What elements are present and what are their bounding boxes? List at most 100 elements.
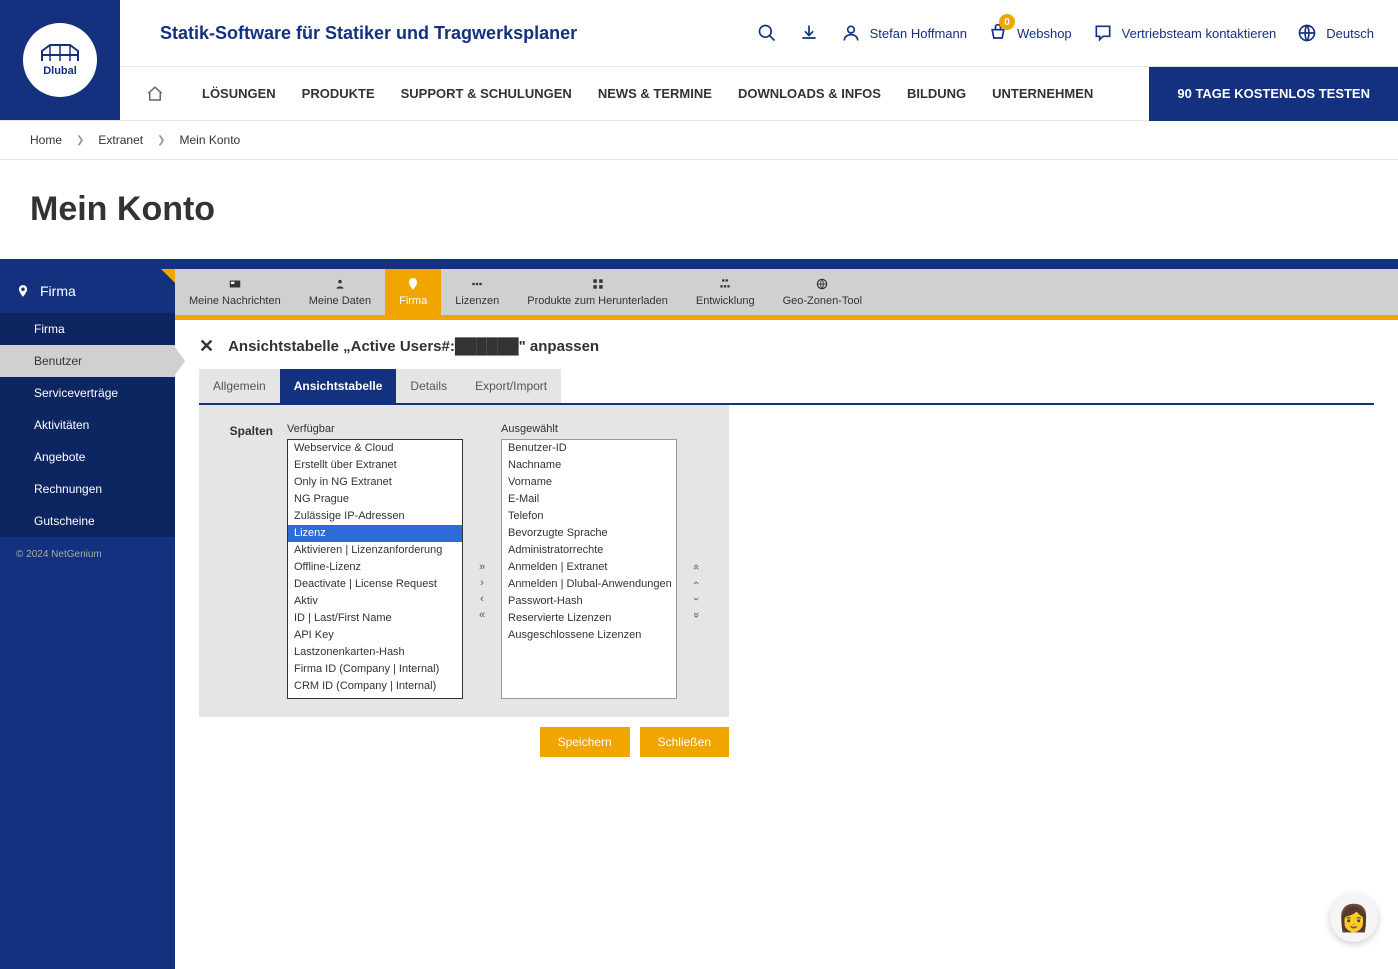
nav-item[interactable]: NEWS & TERMINE (586, 68, 724, 119)
bridge-icon (40, 43, 80, 63)
list-item[interactable]: Reservierte Lizenzen (502, 610, 676, 627)
chat-bubble[interactable]: 👩 (1330, 894, 1378, 942)
sidebar-header[interactable]: Firma (0, 269, 175, 313)
breadcrumb-item[interactable]: Extranet (98, 133, 143, 147)
user-menu[interactable]: Stefan Hoffmann (840, 22, 967, 44)
columns-config: Spalten Verfügbar Webservice & CloudErst… (199, 405, 729, 717)
tab-label: Firma (399, 295, 427, 307)
cta-trial-button[interactable]: 90 TAGE KOSTENLOS TESTEN (1149, 67, 1398, 121)
breadcrumb-item[interactable]: Mein Konto (180, 133, 241, 147)
close-button[interactable]: Schließen (640, 727, 729, 757)
list-item[interactable]: Webservice & Cloud (288, 440, 462, 457)
language-switch[interactable]: Deutsch (1296, 22, 1374, 44)
inner-tab[interactable]: Details (396, 369, 461, 403)
tab-icon (469, 277, 485, 294)
section-tab[interactable]: Entwicklung (682, 269, 769, 315)
chevron-right-icon: ❯ (157, 135, 165, 146)
list-item[interactable]: Passwort-Hash (502, 593, 676, 610)
move-bottom-button[interactable]: » (689, 606, 703, 624)
list-item[interactable]: Firma ID (Company | Internal) (288, 661, 462, 678)
nav-item[interactable]: DOWNLOADS & INFOS (726, 68, 893, 119)
save-button[interactable]: Speichern (540, 727, 630, 757)
list-item[interactable]: Anmelden | Extranet (502, 559, 676, 576)
sidebar: Firma FirmaBenutzerServiceverträgeAktivi… (0, 269, 175, 969)
list-item[interactable]: Anmelden | Dlubal-Anwendungen (502, 576, 676, 593)
move-all-left-button[interactable]: « (473, 608, 491, 622)
section-tab[interactable]: Firma (385, 269, 441, 315)
list-item[interactable]: Aktivieren | Lizenzanforderung (288, 542, 462, 559)
breadcrumb-item[interactable]: Home (30, 133, 62, 147)
section-tab[interactable]: Lizenzen (441, 269, 513, 315)
tab-icon (332, 277, 348, 294)
list-item[interactable]: Lastzonenkarten-Hash (288, 644, 462, 661)
close-icon[interactable]: ✕ (199, 336, 214, 357)
tab-icon (814, 277, 830, 294)
contact-label: Vertriebsteam kontaktieren (1122, 26, 1277, 41)
section-tab[interactable]: Produkte zum Herunterladen (513, 269, 682, 315)
list-item[interactable]: Offline-Lizenz (288, 559, 462, 576)
webshop-label: Webshop (1017, 26, 1072, 41)
list-item[interactable]: NG Prague (288, 491, 462, 508)
selected-list[interactable]: Benutzer-IDNachnameVornameE-MailTelefonB… (501, 439, 677, 699)
inner-tabs: AllgemeinAnsichtstabelleDetailsExport/Im… (199, 369, 1374, 405)
nav-item[interactable]: LÖSUNGEN (190, 68, 288, 119)
section-tab[interactable]: Geo-Zonen-Tool (769, 269, 877, 315)
nav-item[interactable]: PRODUKTE (290, 68, 387, 119)
tab-icon (590, 277, 606, 294)
sidebar-item[interactable]: Gutscheine (0, 505, 175, 537)
search-icon[interactable] (756, 22, 778, 44)
list-item[interactable]: Deactivate | License Request (288, 576, 462, 593)
tagline: Statik-Software für Statiker und Tragwer… (160, 23, 577, 44)
list-item[interactable]: Administratorrechte (502, 542, 676, 559)
list-item[interactable]: Benutzer-ID (502, 440, 676, 457)
tab-icon (717, 277, 733, 294)
list-item[interactable]: Vorname (502, 474, 676, 491)
list-item[interactable]: Telefon (502, 508, 676, 525)
section-tab[interactable]: Meine Daten (295, 269, 385, 315)
tab-label: Entwicklung (696, 295, 755, 307)
sidebar-item[interactable]: Serviceverträge (0, 377, 175, 409)
home-icon[interactable] (140, 85, 170, 103)
list-item[interactable]: CRM URL (Company | Internal) (288, 695, 462, 699)
logo[interactable]: Dlubal (0, 0, 120, 120)
inner-tab[interactable]: Allgemein (199, 369, 280, 403)
section-tab[interactable]: Meine Nachrichten (175, 269, 295, 315)
divider (0, 259, 1398, 269)
webshop-link[interactable]: 0 Webshop (987, 22, 1072, 44)
sidebar-item[interactable]: Rechnungen (0, 473, 175, 505)
sidebar-item[interactable]: Firma (0, 313, 175, 345)
sidebar-item[interactable]: Aktivitäten (0, 409, 175, 441)
tab-label: Meine Nachrichten (189, 295, 281, 307)
list-item[interactable]: Aktiv (288, 593, 462, 610)
user-name: Stefan Hoffmann (870, 26, 967, 41)
list-item[interactable]: API Key (288, 627, 462, 644)
move-all-right-button[interactable]: » (473, 560, 491, 574)
move-right-button[interactable]: › (473, 576, 491, 590)
inner-tab[interactable]: Ansichtstabelle (280, 369, 397, 403)
list-item[interactable]: ID | Last/First Name (288, 610, 462, 627)
list-item[interactable]: CRM ID (Company | Internal) (288, 678, 462, 695)
move-left-button[interactable]: ‹ (473, 592, 491, 606)
list-item[interactable]: Only in NG Extranet (288, 474, 462, 491)
nav-item[interactable]: SUPPORT & SCHULUNGEN (389, 68, 584, 119)
inner-tab[interactable]: Export/Import (461, 369, 561, 403)
contact-link[interactable]: Vertriebsteam kontaktieren (1092, 22, 1277, 44)
list-item[interactable]: Erstellt über Extranet (288, 457, 462, 474)
list-item[interactable]: Zulässige IP-Adressen (288, 508, 462, 525)
sidebar-footer: © 2024 NetGenium (0, 537, 175, 572)
columns-label: Spalten (223, 423, 273, 438)
list-item[interactable]: Lizenz (288, 525, 462, 542)
sidebar-item[interactable]: Benutzer (0, 345, 175, 377)
chat-icon (1092, 22, 1114, 44)
sidebar-item[interactable]: Angebote (0, 441, 175, 473)
nav-item[interactable]: BILDUNG (895, 68, 978, 119)
list-item[interactable]: Ausgeschlossene Lizenzen (502, 627, 676, 644)
list-item[interactable]: Nachname (502, 457, 676, 474)
list-item[interactable]: Bevorzugte Sprache (502, 525, 676, 542)
available-list[interactable]: Webservice & CloudErstellt über Extranet… (287, 439, 463, 699)
breadcrumb: Home❯Extranet❯Mein Konto (0, 121, 1398, 160)
section-tabs: Meine Nachrichten Meine Daten Firma Lizenze… (175, 269, 1398, 315)
nav-item[interactable]: UNTERNEHMEN (980, 68, 1105, 119)
list-item[interactable]: E-Mail (502, 491, 676, 508)
download-icon[interactable] (798, 22, 820, 44)
